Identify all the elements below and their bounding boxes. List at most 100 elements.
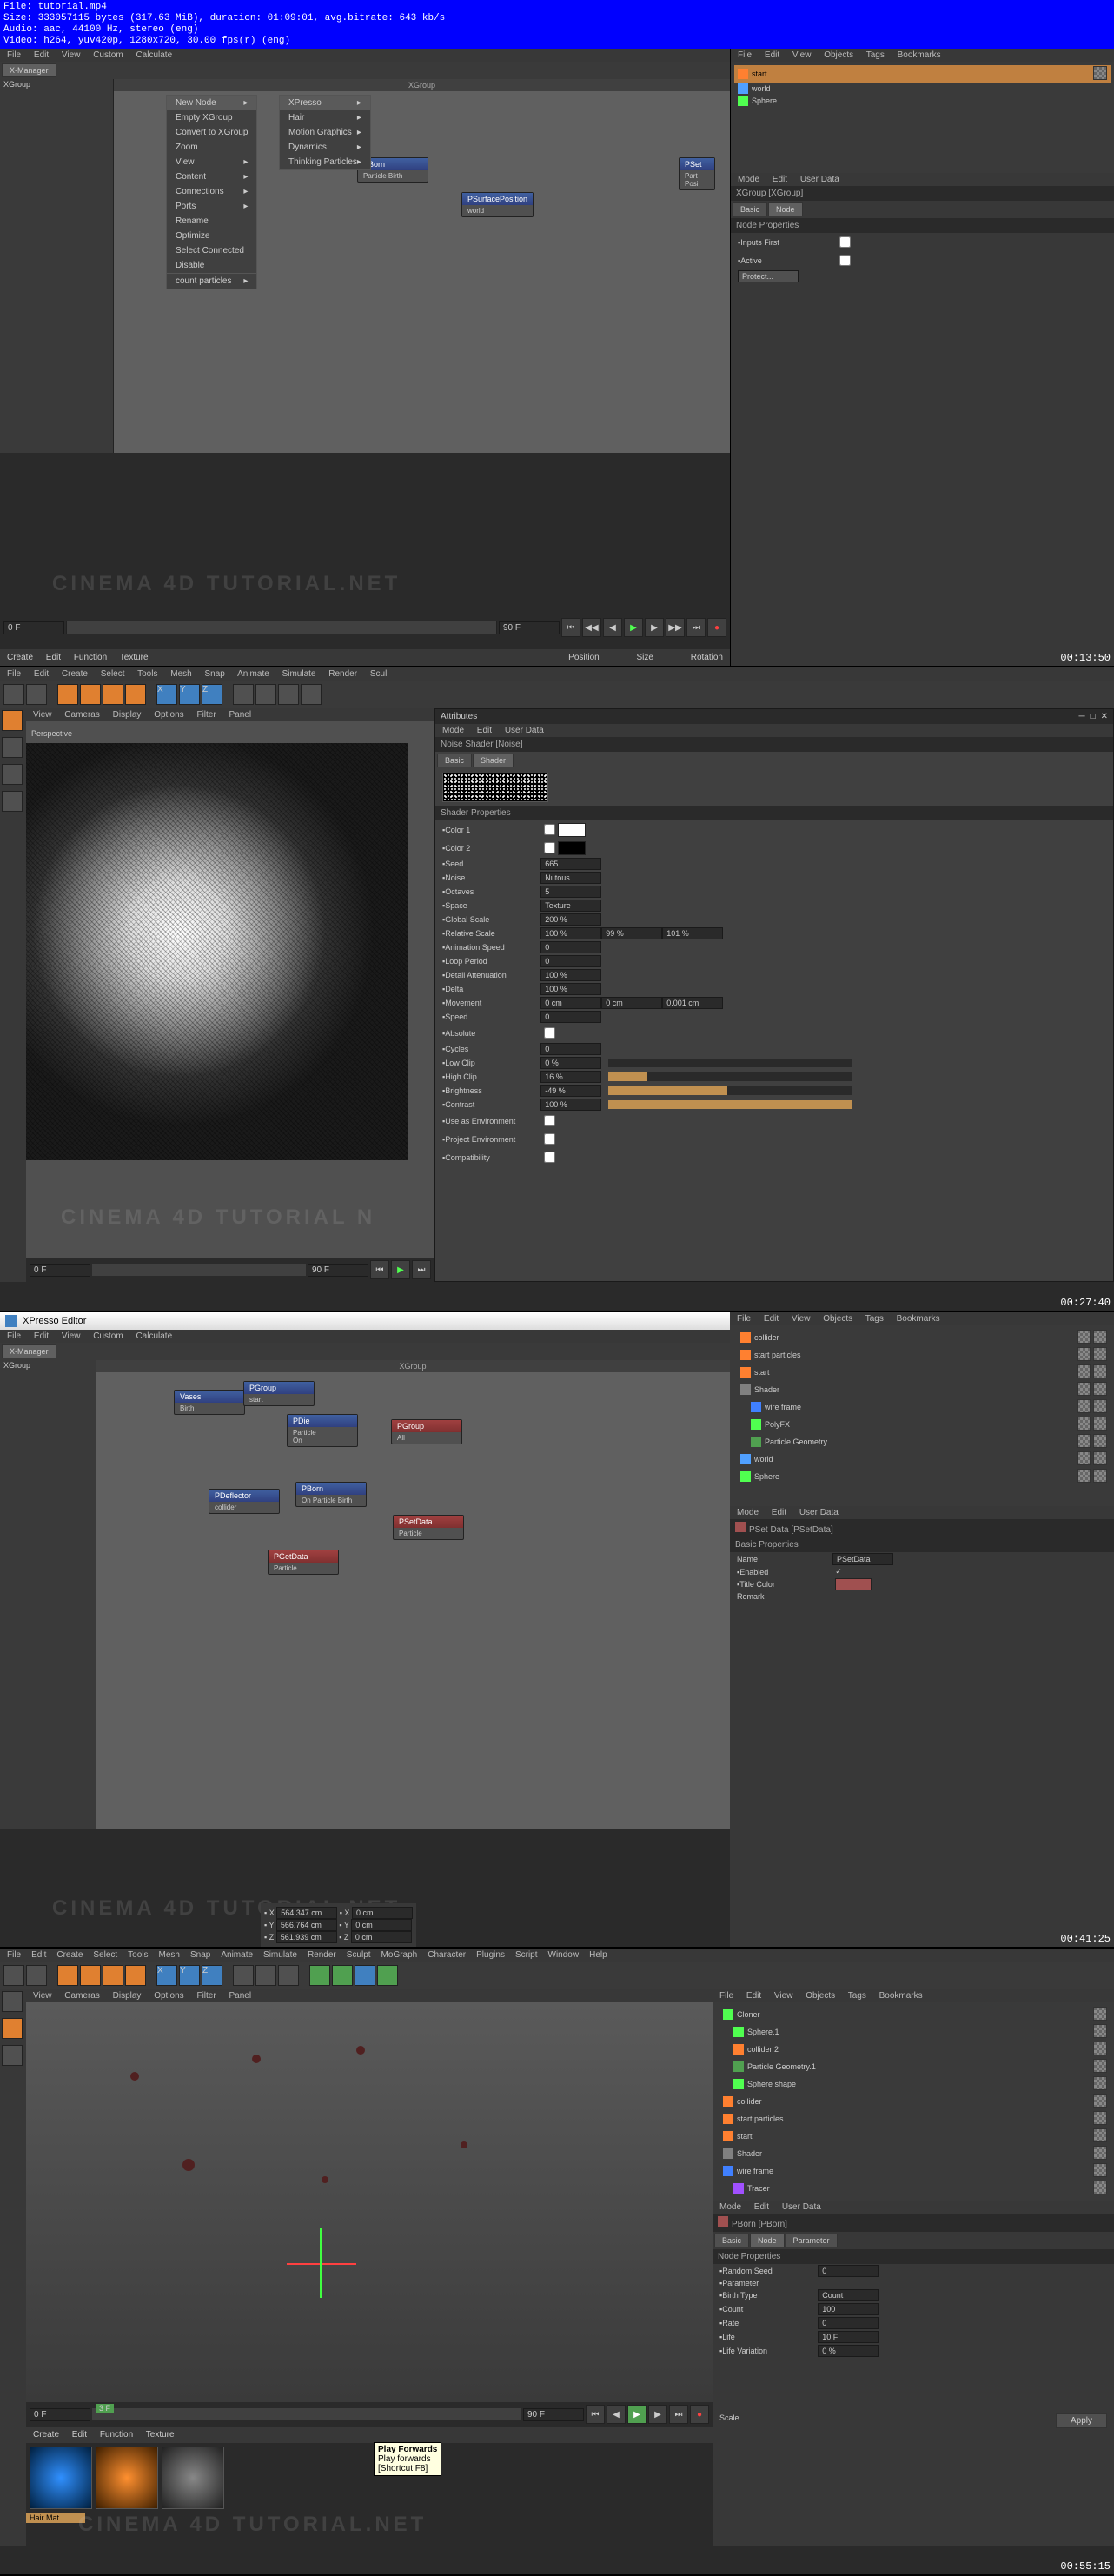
menu-item[interactable]: count particles▸ [167,273,256,289]
scale-tool[interactable] [103,1965,123,1986]
tag-icon[interactable] [1077,1330,1091,1344]
menu-edit[interactable]: Edit [746,1991,761,2001]
frame-start[interactable]: 0 F [30,2408,90,2421]
menu-item[interactable]: Content▸ [167,169,256,184]
tag-icon[interactable] [1093,2128,1107,2142]
menu-item[interactable]: Rename [167,214,256,229]
tag-icon[interactable] [1093,2163,1107,2177]
tab-shader[interactable]: Shader [473,754,514,767]
tag-icon[interactable] [1093,2024,1107,2038]
tab-node[interactable]: Node [750,2234,785,2247]
menu-item[interactable]: Mesh [170,669,191,679]
menu-item[interactable]: Filter [196,1991,216,2001]
menu-view[interactable]: View [774,1991,793,2001]
undo-button[interactable] [3,1965,24,1986]
z-axis-button[interactable]: Z [202,684,222,705]
slider[interactable] [608,1086,852,1095]
menu-item[interactable]: Edit [34,669,49,679]
menu-mode[interactable]: Mode [737,1508,759,1517]
play-forward-button[interactable]: ▶ [624,618,643,637]
menu-item[interactable]: File [7,1950,21,1960]
side-tool[interactable] [2,710,23,731]
tree-item[interactable]: start [733,1364,1111,1381]
checkbox[interactable] [839,236,851,248]
menu-item[interactable]: Render [308,1950,336,1960]
play-button[interactable]: ▶ [391,1260,410,1279]
material-thumb[interactable] [30,2447,92,2509]
side-tool[interactable] [2,791,23,812]
viewport-3d[interactable] [26,743,408,1160]
menu-item[interactable]: Hair▸ [280,110,370,125]
tag-icon[interactable] [1077,1434,1091,1448]
select-tool[interactable] [57,684,78,705]
goto-start-button[interactable]: ⏮ [586,2405,605,2424]
tab-parameter[interactable]: Parameter [786,2234,838,2247]
prop-value[interactable]: 10 F [818,2331,879,2343]
menu-item[interactable]: Window [548,1950,580,1960]
prop-value[interactable]: 0 [540,941,601,953]
node-pset[interactable]: PSet Part Posi [679,157,715,190]
menu-item[interactable]: Cameras [64,1991,100,2001]
tree-item[interactable]: Sphere [733,1468,1111,1485]
menu-item[interactable]: Create [62,669,88,679]
checkbox[interactable] [544,1133,555,1145]
tab-xmanager[interactable]: X-Manager [2,1344,56,1358]
slider[interactable] [608,1100,852,1109]
menu-bookmarks[interactable]: Bookmarks [879,1991,923,2001]
move-tool[interactable] [80,1965,101,1986]
menu-edit[interactable]: Edit [754,2202,769,2212]
tool-button[interactable] [255,1965,276,1986]
tag-icon[interactable] [1093,2007,1107,2021]
menu-item[interactable]: Options [154,710,183,720]
prop-value[interactable]: 100 % [540,969,601,981]
timeline-track[interactable] [66,621,497,634]
prop-value[interactable]: 0 % [540,1057,601,1069]
next-key-button[interactable]: ▶▶ [666,618,685,637]
timeline[interactable]: 0 F 90 F ⏮ ▶ ⏭ [26,1258,434,1282]
frame-end[interactable]: 90 F [499,621,560,634]
menu-item[interactable]: MoGraph [381,1950,418,1960]
prop-value[interactable]: Count [818,2289,879,2301]
menu-tags[interactable]: Tags [866,50,885,60]
node-psurfaceposition[interactable]: PSurfacePosition world [461,192,534,217]
prop-value[interactable]: 0 [818,2265,879,2277]
tag-icon[interactable] [1077,1364,1091,1378]
menu-item[interactable]: Script [515,1950,538,1960]
node-pgetdata[interactable]: PGetDataParticle [268,1550,339,1575]
menu-item[interactable]: View [33,710,52,720]
goto-start-button[interactable]: ⏮ [561,618,580,637]
menu-item[interactable]: Cameras [64,710,100,720]
tool-button[interactable] [278,1965,299,1986]
prop-value[interactable]: 0 cm [601,997,662,1009]
current-frame[interactable]: 3 F [96,2404,114,2413]
prop-value[interactable]: 100 % [540,1099,601,1111]
tree-xgroup[interactable]: XGroup [0,79,113,90]
tree-item[interactable]: wire frame [733,1398,1111,1416]
render-button[interactable] [233,1965,254,1986]
tag-icon[interactable] [1093,2076,1107,2090]
tag-icon[interactable] [1093,2146,1107,2160]
apply-button[interactable]: Apply [1056,2413,1107,2428]
minimize-icon[interactable]: ─ [1078,712,1084,721]
menu-item[interactable]: Ports▸ [167,199,256,214]
next-frame-button[interactable]: ▶ [645,618,664,637]
x-axis-button[interactable]: X [156,684,177,705]
menu-userdata[interactable]: User Data [782,2202,821,2212]
menu-item[interactable]: Simulate [282,669,316,679]
frame-start[interactable]: 0 F [3,621,64,634]
tag-icon[interactable] [1093,2111,1107,2125]
window-titlebar[interactable]: Attributes ─□✕ [435,709,1113,724]
prop-value[interactable]: Texture [540,900,601,912]
menu-objects[interactable]: Objects [824,50,853,60]
tree-item[interactable]: Particle Geometry [733,1433,1111,1451]
scale-tool[interactable] [103,684,123,705]
tree-item[interactable]: wire frame [716,2162,1111,2180]
tag-icon[interactable] [1093,1434,1107,1448]
menu-item[interactable]: File [7,669,21,679]
menu-item[interactable]: Character [428,1950,466,1960]
tree-sphere[interactable]: Sphere [734,95,1111,107]
undo-button[interactable] [3,684,24,705]
menu-file[interactable]: File [738,50,752,60]
tag-icon[interactable] [1093,2042,1107,2055]
prop-value[interactable]: 0 % [818,2345,879,2357]
